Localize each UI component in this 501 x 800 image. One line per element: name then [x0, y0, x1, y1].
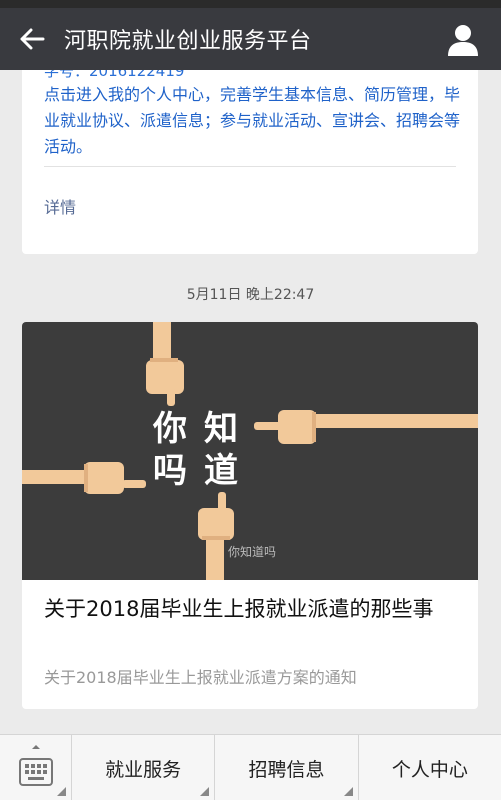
person-icon	[448, 25, 478, 56]
menu-item-personal-center[interactable]: 个人中心	[359, 735, 501, 800]
corner-mark	[200, 787, 210, 796]
pointing-hand-down-icon	[146, 322, 184, 406]
menu-item-job-info[interactable]: 招聘信息	[215, 735, 359, 800]
menu-item-label: 招聘信息	[248, 758, 325, 781]
cover-char-3: 吗	[153, 451, 187, 491]
cover-char-2: 知	[204, 409, 238, 449]
chat-content[interactable]: 学号：2016122419 点击进入我的个人中心，完善学生基本信息、简历管理，毕…	[0, 70, 501, 734]
divider	[44, 166, 456, 167]
pointing-hand-right-icon	[22, 462, 146, 494]
menu-item-label: 个人中心	[391, 758, 468, 781]
back-button[interactable]	[0, 8, 64, 70]
message-timestamp: 5月11日 晚上22:47	[186, 287, 315, 303]
arrow-left-icon	[20, 28, 45, 50]
corner-mark	[57, 787, 66, 796]
detail-link[interactable]: 详情	[44, 194, 76, 218]
article-cover-image[interactable]: 你 知 吗 道 你知道吗	[22, 322, 478, 580]
message-card[interactable]: 学号：2016122419 点击进入我的个人中心，完善学生基本信息、简历管理，毕…	[22, 70, 478, 254]
menu-item-employment-services[interactable]: 就业服务	[72, 735, 216, 800]
message-description[interactable]: 点击进入我的个人中心，完善学生基本信息、简历管理，毕业就业协议、派遣信息；参与就…	[44, 82, 464, 160]
pointing-hand-up-icon	[198, 492, 234, 580]
article-title[interactable]: 关于2018届毕业生上报就业派遣的那些事	[44, 594, 460, 624]
page-title: 河职院就业创业服务平台	[64, 29, 312, 54]
cover-caption: 你知道吗	[228, 545, 276, 559]
cover-char-1: 你	[152, 409, 187, 449]
keyboard-toggle-button[interactable]	[0, 735, 72, 800]
article-card[interactable]: 你 知 吗 道 你知道吗 关于2018届毕业生上报就业派遣的那些事 关于2018…	[22, 322, 478, 709]
status-bar	[0, 0, 501, 8]
top-nav-bar: 河职院就业创业服务平台	[0, 8, 501, 70]
profile-button[interactable]	[445, 22, 481, 58]
corner-mark	[343, 787, 353, 796]
article-subtitle: 关于2018届毕业生上报就业派遣方案的通知	[44, 668, 357, 687]
student-id-text: 学号：2016122419	[44, 70, 185, 80]
bottom-menu-bar: 就业服务 招聘信息 个人中心	[0, 734, 501, 800]
cover-char-4: 道	[204, 451, 238, 491]
pointing-hand-left-icon	[254, 410, 478, 444]
menu-item-label: 就业服务	[105, 758, 182, 781]
